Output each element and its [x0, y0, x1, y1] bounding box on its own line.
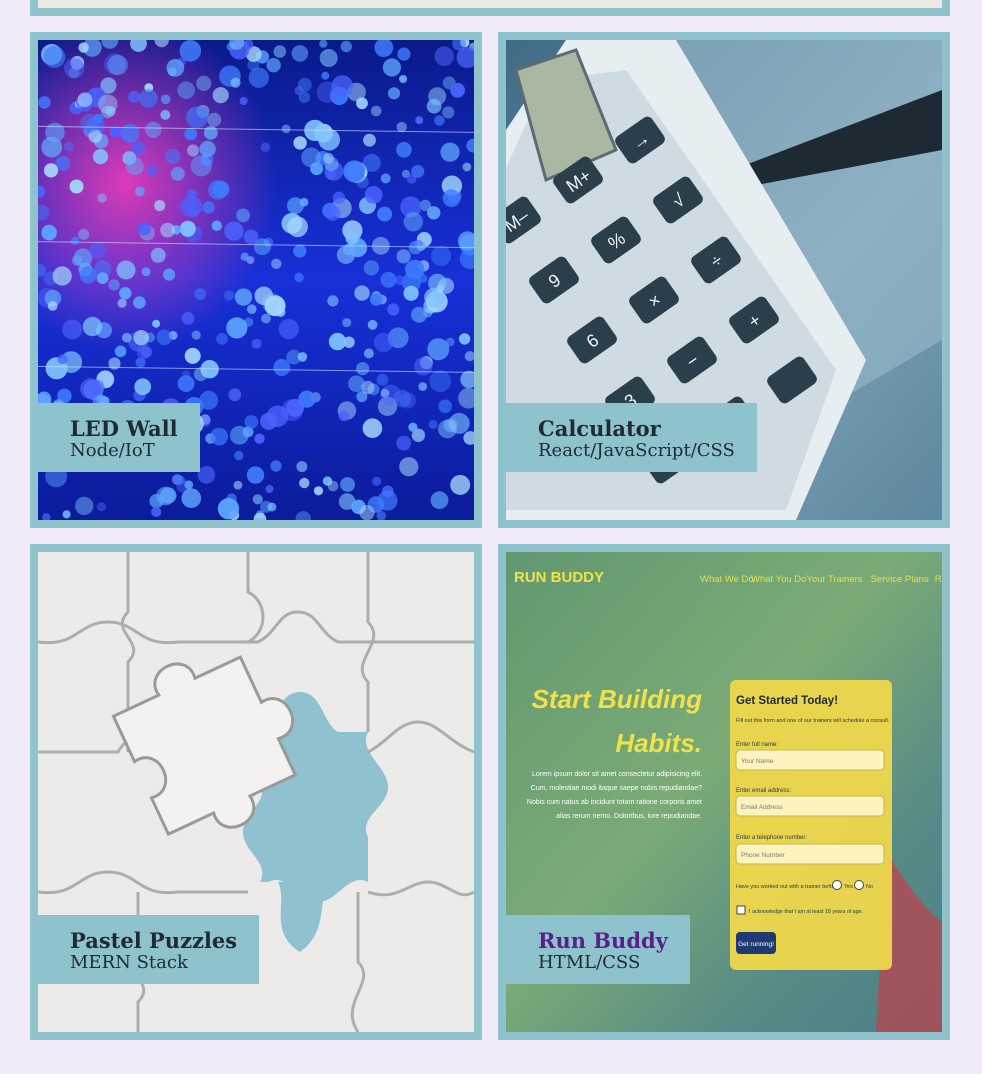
project-image-pastel-puzzles: Pastel Puzzles MERN Stack [38, 552, 474, 1032]
project-caption[interactable]: Calculator React/JavaScript/CSS [506, 403, 757, 472]
project-title[interactable]: LED Wall [70, 417, 178, 440]
project-card-run-buddy[interactable]: RUN BUDDY What We Do What You Do Your Trai… [498, 544, 950, 1040]
rb-hero-line2: Habits. [615, 728, 702, 758]
rb-hero-text-line: Lorem ipsum dolor sit amet consectetur a… [532, 771, 702, 778]
project-image-calculator: M–M+→9%√6×÷3−+2· Calculator React/JavaSc… [506, 40, 942, 520]
project-caption[interactable]: Run Buddy HTML/CSS [506, 915, 690, 984]
project-title[interactable]: Calculator [538, 417, 735, 440]
rb-trainer-question: Have you worked out with a trainer befor… [736, 884, 841, 890]
rb-email-label: Enter email address: [736, 788, 791, 794]
rb-hero-text-line: alias rerum nemo. Doloribus, iure repudi… [556, 813, 702, 820]
project-tech: MERN Stack [70, 952, 188, 973]
project-tech: Node/IoT [70, 440, 155, 461]
project-tech: React/JavaScript/CSS [538, 440, 735, 461]
project-image-run-buddy: RUN BUDDY What We Do What You Do Your Trai… [506, 552, 942, 1032]
rb-nav-item: What You Do [751, 574, 806, 585]
rb-hero-text-line: Nobis cum natus ab incidunt totam ration… [527, 799, 702, 806]
rb-hero-text-line: Cum, molestiae modi itaque saepe nobis r… [531, 785, 702, 792]
rb-name-label: Enter full name: [736, 742, 778, 748]
project-title[interactable]: Run Buddy [538, 929, 668, 952]
rb-hero-line1: Start Building [532, 684, 703, 714]
project-caption[interactable]: Pastel Puzzles MERN Stack [38, 915, 260, 984]
rb-brand: RUN BUDDY [514, 569, 604, 586]
rb-email-placeholder: Email Address [741, 804, 783, 811]
rb-no: No [866, 884, 873, 890]
rb-form-sub: Fill out this form and one of our traine… [736, 718, 890, 724]
rb-name-placeholder: Your Name [741, 758, 774, 765]
rb-nav-item: Reach Out [935, 574, 942, 585]
rb-nav-item: Your Trainers [806, 574, 862, 585]
rb-phone-placeholder: Phone Number [741, 852, 786, 859]
project-tech: HTML/CSS [538, 952, 641, 973]
rb-nav-item: What We Do [700, 574, 754, 585]
rb-nav-item: Service Plans [871, 574, 929, 585]
rb-form-title: Get Started Today! [736, 695, 838, 707]
project-card-pastel-puzzles[interactable]: Pastel Puzzles MERN Stack [30, 544, 482, 1040]
rb-yes: Yes [844, 884, 853, 890]
project-card-led-wall[interactable]: LED Wall Node/IoT [30, 32, 482, 528]
project-image-led-wall: LED Wall Node/IoT [38, 40, 474, 520]
rb-ack: I acknowledge that I am at least 18 year… [749, 909, 863, 915]
previous-card-bottom [30, 0, 950, 16]
project-title[interactable]: Pastel Puzzles [70, 929, 237, 952]
project-card-calculator[interactable]: M–M+→9%√6×÷3−+2· Calculator React/JavaSc… [498, 32, 950, 528]
rb-submit: Get running! [738, 941, 774, 948]
project-caption[interactable]: LED Wall Node/IoT [38, 403, 200, 472]
rb-phone-label: Enter a telephone number: [736, 835, 807, 841]
